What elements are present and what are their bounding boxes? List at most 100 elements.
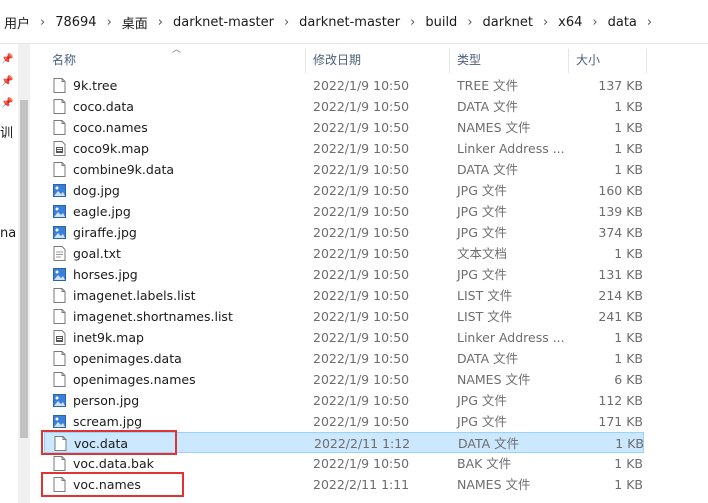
file-name: coco.names (73, 120, 148, 135)
file-size: 160 KB (598, 183, 643, 198)
file-name: voc.data.bak (73, 456, 154, 471)
file-type: NAMES 文件 (457, 372, 531, 387)
file-date: 2022/1/9 10:50 (313, 456, 410, 471)
file-date: 2022/1/9 10:50 (313, 309, 410, 324)
file-type: NAMES 文件 (457, 120, 531, 135)
file-row[interactable]: person.jpg 2022/1/9 10:50 JPG 文件 112 KB (44, 390, 644, 411)
breadcrumb-item[interactable]: darknet-master (295, 15, 404, 30)
file-date: 2022/1/9 10:50 (313, 351, 410, 366)
chevron-right-icon[interactable]: › (101, 15, 118, 30)
file-date: 2022/1/9 10:50 (313, 372, 410, 387)
breadcrumb-item[interactable]: build (421, 15, 461, 30)
chevron-right-icon[interactable]: › (537, 15, 554, 30)
chevron-right-icon[interactable]: › (152, 15, 169, 30)
file-size: 139 KB (598, 204, 643, 219)
file-type: LIST 文件 (457, 288, 513, 303)
image-file-icon (53, 204, 66, 219)
file-date: 2022/1/9 10:50 (313, 120, 410, 135)
breadcrumb-item[interactable]: darknet-master (169, 15, 278, 30)
address-bar[interactable]: 用户 › 78694 › 桌面 › darknet-master › darknet-maste… (0, 0, 708, 44)
chevron-right-icon[interactable]: › (641, 15, 658, 30)
file-row[interactable]: coco9k.map 2022/1/9 10:50 Linker Address .… (44, 138, 644, 159)
file-row[interactable]: 9k.tree 2022/1/9 10:50 TREE 文件 137 KB (44, 75, 644, 96)
file-name: inet9k.map (73, 330, 144, 345)
file-row[interactable]: voc.data.bak 2022/1/9 10:50 BAK 文件 1 KB (44, 453, 644, 474)
file-row[interactable]: eagle.jpg 2022/1/9 10:50 JPG 文件 139 KB (44, 201, 644, 222)
file-date: 2022/1/9 10:50 (313, 414, 410, 429)
file-size: 131 KB (598, 267, 643, 282)
file-type: LIST 文件 (457, 309, 513, 324)
file-icon (53, 120, 66, 135)
file-row[interactable]: imagenet.shortnames.list 2022/1/9 10:50 LI… (44, 306, 644, 327)
map-file-icon (53, 330, 66, 345)
file-type: JPG 文件 (457, 225, 507, 240)
file-type: DATA 文件 (457, 351, 519, 366)
chevron-right-icon[interactable]: › (278, 15, 295, 30)
file-type: DATA 文件 (458, 436, 520, 451)
file-size: 374 KB (598, 225, 643, 240)
file-name: giraffe.jpg (73, 225, 137, 240)
file-name: combine9k.data (73, 162, 175, 177)
file-size: 1 KB (614, 330, 643, 345)
chevron-right-icon[interactable]: › (461, 15, 478, 30)
file-name: goal.txt (73, 246, 121, 261)
text-file-icon (53, 246, 66, 261)
file-date: 2022/2/11 1:12 (314, 436, 411, 451)
file-size: 1 KB (614, 120, 643, 135)
file-date: 2022/2/11 1:11 (313, 477, 410, 492)
file-row[interactable]: coco.data 2022/1/9 10:50 DATA 文件 1 KB (44, 96, 644, 117)
file-type: BAK 文件 (457, 456, 512, 471)
breadcrumb-item[interactable]: 78694 (51, 15, 100, 30)
nav-scrollbar[interactable] (18, 44, 30, 503)
file-type: JPG 文件 (457, 414, 507, 429)
file-name: horses.jpg (73, 267, 138, 282)
file-date: 2022/1/9 10:50 (313, 183, 410, 198)
file-type: TREE 文件 (457, 78, 519, 93)
file-row[interactable]: goal.txt 2022/1/9 10:50 文本文档 1 KB (44, 243, 644, 264)
chevron-right-icon[interactable]: › (404, 15, 421, 30)
column-type[interactable]: 类型 (449, 45, 568, 75)
nav-item-clipped[interactable]: 训 (0, 122, 13, 141)
nav-item-clipped[interactable]: na (0, 226, 16, 241)
column-date[interactable]: 修改日期 (305, 45, 449, 75)
column-divider[interactable] (646, 49, 647, 73)
file-icon (53, 372, 66, 387)
breadcrumb-item[interactable]: 桌面 (118, 13, 152, 32)
file-icon (53, 99, 66, 114)
file-size: 241 KB (598, 309, 643, 324)
file-name: 9k.tree (73, 78, 118, 93)
breadcrumb-item[interactable]: darknet (479, 15, 537, 30)
file-row[interactable]: dog.jpg 2022/1/9 10:50 JPG 文件 160 KB (44, 180, 644, 201)
file-row[interactable]: scream.jpg 2022/1/9 10:50 JPG 文件 171 KB (44, 411, 644, 432)
breadcrumb: 用户 › 78694 › 桌面 › darknet-master › darknet-maste… (0, 12, 658, 32)
chevron-right-icon[interactable]: › (586, 15, 603, 30)
file-row[interactable]: inet9k.map 2022/1/9 10:50 Linker Address .… (44, 327, 644, 348)
file-row[interactable]: giraffe.jpg 2022/1/9 10:50 JPG 文件 374 KB (44, 222, 644, 243)
file-type: Linker Address ... (457, 330, 565, 345)
file-name: dog.jpg (73, 183, 120, 198)
chevron-right-icon[interactable]: › (34, 15, 51, 30)
file-size: 1 KB (614, 141, 643, 156)
file-date: 2022/1/9 10:50 (313, 246, 410, 261)
file-row[interactable]: openimages.data 2022/1/9 10:50 DATA 文件 1 KB (44, 348, 644, 369)
file-row[interactable]: coco.names 2022/1/9 10:50 NAMES 文件 1 KB (44, 117, 644, 138)
file-row[interactable]: horses.jpg 2022/1/9 10:50 JPG 文件 131 KB (44, 264, 644, 285)
breadcrumb-item[interactable]: data (604, 15, 641, 30)
column-size[interactable]: 大小 (568, 45, 646, 75)
column-header: ︿ 名称 修改日期 类型 大小 (44, 45, 708, 75)
file-name: imagenet.labels.list (73, 288, 196, 303)
column-name[interactable]: 名称 (44, 45, 305, 75)
breadcrumb-item[interactable]: x64 (554, 15, 586, 30)
file-icon (53, 309, 66, 324)
file-type: JPG 文件 (457, 267, 507, 282)
pin-icon: 📌 (1, 98, 14, 109)
file-size: 1 KB (615, 436, 644, 451)
file-row[interactable]: combine9k.data 2022/1/9 10:50 DATA 文件 1 KB (44, 159, 644, 180)
file-name: scream.jpg (73, 414, 143, 429)
breadcrumb-item[interactable]: 用户 (0, 13, 34, 32)
file-row[interactable]: openimages.names 2022/1/9 10:50 NAMES 文件 6 … (44, 369, 644, 390)
file-row[interactable]: imagenet.labels.list 2022/1/9 10:50 LIST 文… (44, 285, 644, 306)
file-icon (53, 162, 66, 177)
scrollbar-thumb[interactable] (20, 100, 28, 438)
file-size: 1 KB (614, 477, 643, 492)
